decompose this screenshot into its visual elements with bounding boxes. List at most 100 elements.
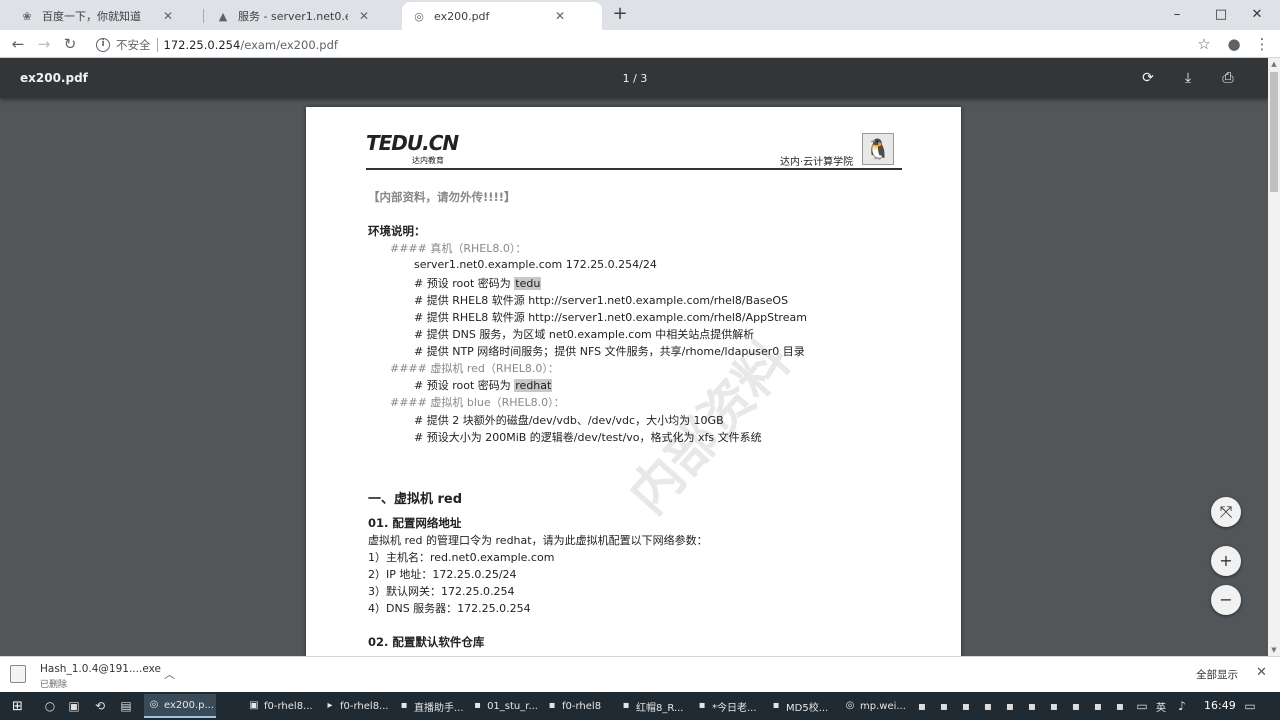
download-file-name[interactable]: Hash_1.0.4@191....exe — [40, 663, 161, 675]
notification-icon[interactable]: ▭ — [1242, 698, 1258, 714]
close-window-button[interactable]: ✕ — [1234, 0, 1280, 28]
tray-app-icon[interactable]: ▪ — [1002, 698, 1018, 714]
task-item[interactable]: ▪ MD5校... — [766, 694, 836, 718]
task-item[interactable]: ◎ ex200.p... — [144, 694, 216, 718]
taskbar: ⊞ ○ ▣ ⟲ ▤ ◎ ex200.p... ▣ f0-rhel8... ▸ f0-r… — [0, 692, 1280, 720]
tab-baidu[interactable]: ❀ 百度一下，你就知道 ✕ — [10, 2, 200, 30]
host-line: # 提供 DNS 服务，为区域 net0.example.com 中相关站点提供… — [414, 328, 755, 341]
sync-icon[interactable]: ⟲ — [92, 698, 108, 714]
tray-app-icon[interactable]: ▪ — [1046, 698, 1062, 714]
header-rule — [366, 168, 902, 170]
volume-icon[interactable]: ♪ — [1174, 698, 1190, 714]
tedu-logo: TEDU.CN 达内教育 — [366, 131, 459, 165]
address-bar[interactable]: i 不安全 172.25.0.254 /exam/ex200.pdf — [96, 34, 1182, 56]
task-item[interactable]: ▣ f0-rhel8... — [244, 694, 314, 718]
tray-app-icon[interactable]: ▪ — [1112, 698, 1128, 714]
pdf-page: 内部资料 TEDU.CN 达内教育 达内·云计算学院 🐧 【内部资料，请勿外传!… — [306, 107, 961, 667]
tray-app-icon[interactable]: ▪ — [1024, 698, 1040, 714]
tab-title: 百度一下，你就知道 — [42, 10, 141, 23]
reload-button[interactable]: ↻ — [60, 34, 80, 54]
close-tab-icon[interactable]: ✕ — [552, 9, 568, 23]
file-icon — [10, 665, 26, 683]
task-item[interactable]: ▪ 红帽8_R... — [616, 694, 688, 718]
pdf-toolbar: ex200.pdf 1 / 3 ⟳ ⤓ ⎙ — [0, 58, 1268, 98]
forward-button[interactable]: → — [34, 34, 54, 54]
list-item: 2）IP 地址：172.25.0.25/24 — [368, 568, 517, 581]
download-icon[interactable]: ⤓ — [1177, 67, 1199, 89]
question-title: 01. 配置网络地址 — [368, 516, 462, 530]
section-title: 一、虚拟机 red — [368, 492, 463, 507]
scroll-thumb[interactable] — [1270, 72, 1278, 192]
list-item: 4）DNS 服务器：172.25.0.254 — [368, 602, 531, 615]
host-line: # 提供 RHEL8 软件源 http://server1.net0.examp… — [414, 311, 807, 324]
security-label: 不安全 — [116, 38, 151, 52]
tab-strip: ❀ 百度一下，你就知道 ✕ ▲ 服务 - server1.net0.exampl… — [0, 0, 1280, 30]
explorer-icon[interactable]: ▣ — [66, 698, 82, 714]
clock[interactable]: 16:49 — [1204, 699, 1236, 712]
download-status: 已删除 — [40, 680, 68, 690]
zoom-out-button[interactable]: − — [1211, 585, 1241, 615]
close-shelf-button[interactable]: ✕ — [1256, 665, 1267, 680]
tray-app-icon[interactable]: ▪ — [914, 698, 930, 714]
search-icon[interactable]: ○ — [42, 698, 58, 714]
task-item[interactable]: ▪ 01_stu_r... — [468, 694, 538, 718]
zoom-in-button[interactable]: + — [1211, 546, 1241, 576]
ime-indicator[interactable]: 英 — [1156, 699, 1166, 714]
host-line: # 提供 RHEL8 软件源 http://server1.net0.examp… — [414, 294, 789, 307]
hat-icon: ▲ — [218, 9, 228, 23]
penguin-logo-icon: 🐧 — [862, 133, 894, 165]
scroll-down-arrow[interactable]: ▼ — [1268, 644, 1280, 656]
tray-app-icon[interactable]: ▪ — [1068, 698, 1084, 714]
red-heading: #### 虚拟机 red（RHEL8.0）： — [390, 362, 559, 375]
red-root-line: # 预设 root 密码为 redhat — [414, 379, 553, 392]
close-tab-icon[interactable]: ✕ — [356, 9, 372, 23]
list-item: 3）默认网关：172.25.0.254 — [368, 585, 515, 598]
network-icon[interactable]: ▭ — [1134, 698, 1150, 714]
task-item[interactable]: ▪ f0-rhel8 — [542, 694, 612, 718]
download-shelf: Hash_1.0.4@191....exe 已删除 ︿ 全部显示 ✕ — [0, 656, 1280, 692]
task-item[interactable]: ▸ f0-rhel8... — [320, 694, 390, 718]
windows-start-icon[interactable]: ⊞ — [12, 699, 23, 714]
question-title: 02. 配置默认软件仓库 — [368, 635, 485, 649]
profile-icon[interactable]: ● — [1224, 34, 1244, 54]
chevron-up-icon[interactable]: ︿ — [164, 666, 175, 682]
rotate-icon[interactable]: ⟳ — [1137, 67, 1159, 89]
tray-app-icon[interactable]: ▪ — [980, 698, 996, 714]
back-button[interactable]: ← — [8, 34, 28, 54]
url-path: /exam/ex200.pdf — [240, 38, 338, 52]
minimize-button[interactable]: – — [1154, 0, 1200, 28]
task-item[interactable]: ▪ 直播助手... — [394, 694, 464, 718]
tab-ex200-pdf[interactable]: ◎ ex200.pdf ✕ — [402, 2, 602, 30]
blue-heading: #### 虚拟机 blue（RHEL8.0）： — [390, 396, 565, 409]
host-heading: #### 真机（RHEL8.0）： — [390, 242, 527, 255]
blue-line: # 提供 2 块额外的磁盘/dev/vdb、/dev/vdc，大小均为 10GB — [414, 414, 724, 427]
globe-icon: ◎ — [414, 9, 424, 23]
menu-icon[interactable]: ⋮ — [1252, 34, 1272, 54]
task-item[interactable]: ◎ mp.wei... — [840, 694, 910, 718]
new-tab-button[interactable]: + — [610, 4, 630, 24]
question-intro: 虚拟机 red 的管理口令为 redhat，请为此虚拟机配置以下网络参数： — [368, 534, 708, 547]
info-icon[interactable]: i — [96, 38, 110, 52]
tray-app-icon[interactable]: ▪ — [936, 698, 952, 714]
show-all-link[interactable]: 全部显示 — [1196, 667, 1238, 682]
host-line: # 提供 NTP 网络时间服务；提供 NFS 文件服务，共享/rhome/lda… — [414, 345, 805, 358]
tab-service[interactable]: ▲ 服务 - server1.net0.example.c ✕ — [206, 2, 400, 30]
env-heading: 环境说明： — [368, 224, 426, 238]
print-icon[interactable]: ⎙ — [1217, 67, 1239, 89]
browser-toolbar: ← → ↻ i 不安全 172.25.0.254 /exam/ex200.pdf… — [0, 30, 1280, 58]
root-password: tedu — [514, 277, 542, 290]
tray-app-icon[interactable]: ▪ — [1090, 698, 1106, 714]
baidu-paw-icon: ❀ — [22, 9, 32, 23]
task-item[interactable]: ▪ *今日老... — [692, 694, 762, 718]
bookmark-star-icon[interactable]: ☆ — [1194, 34, 1214, 54]
tab-title: 服务 - server1.net0.example.c — [238, 10, 348, 23]
host-line: server1.net0.example.com 172.25.0.254/24 — [414, 258, 657, 271]
tray-app-icon[interactable]: ▪ — [958, 698, 974, 714]
scroll-up-arrow[interactable]: ▲ — [1268, 58, 1280, 70]
list-item: 1）主机名：red.net0.example.com — [368, 551, 555, 564]
app-icon[interactable]: ▤ — [118, 698, 134, 714]
vertical-scrollbar[interactable]: ▲ ▼ — [1268, 58, 1280, 656]
close-tab-icon[interactable]: ✕ — [160, 9, 176, 23]
fit-page-button[interactable]: ⤧ — [1211, 497, 1241, 527]
pdf-filename: ex200.pdf — [20, 71, 88, 85]
